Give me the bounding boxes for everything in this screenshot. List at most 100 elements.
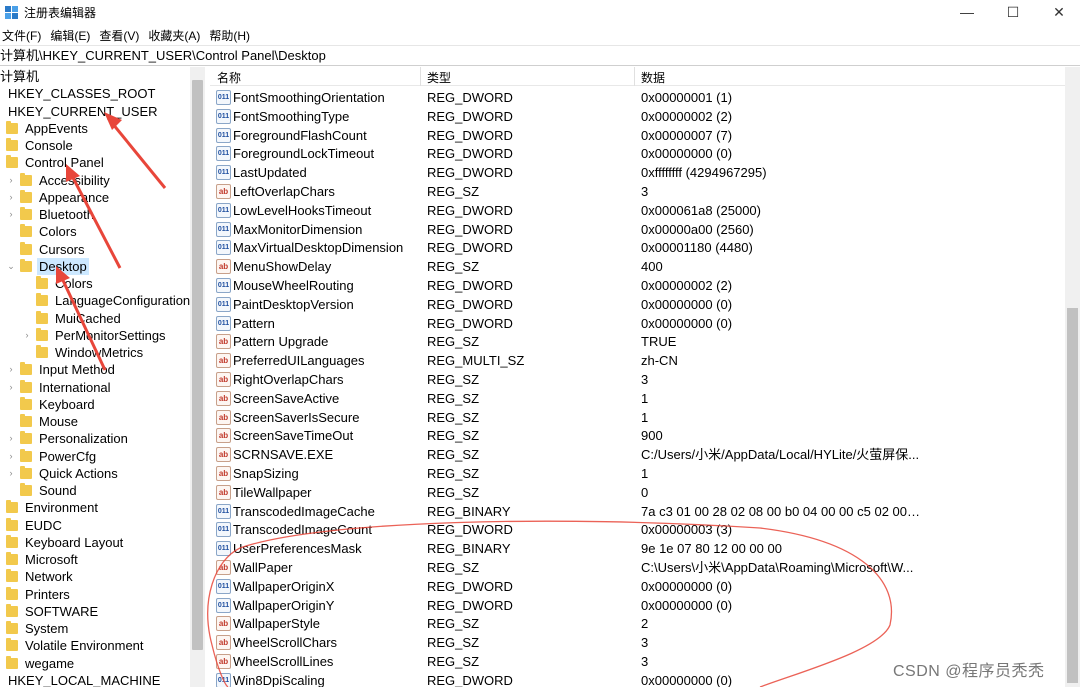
value-row[interactable]: ab SnapSizing REG_SZ 1 — [210, 464, 1065, 483]
collapsed-chevron-icon[interactable]: › — [6, 206, 16, 223]
tree-node[interactable]: › Appearance — [6, 189, 111, 206]
tree-node[interactable]: Microsoft — [6, 551, 80, 568]
value-row[interactable]: ab PreferredUILanguages REG_MULTI_SZ zh-CN — [210, 351, 1065, 370]
tree-node[interactable]: Environment — [6, 499, 100, 516]
address-bar[interactable]: 计算机\HKEY_CURRENT_USER\Control Panel\Desk… — [0, 45, 1080, 66]
column-divider[interactable] — [420, 67, 421, 86]
list-scrollbar-thumb[interactable] — [1067, 308, 1078, 683]
close-button[interactable]: ✕ — [1036, 0, 1080, 24]
registry-tree[interactable]: 计算机 HKEY_CLASSES_ROOT HKEY_CURRENT_USER App… — [0, 67, 205, 687]
value-row[interactable]: 011 TranscodedImageCount REG_DWORD 0x000000… — [210, 520, 1065, 539]
value-row[interactable]: ab LeftOverlapChars REG_SZ 3 — [210, 182, 1065, 201]
value-row[interactable]: 011 MaxMonitorDimension REG_DWORD 0x00000a0… — [210, 220, 1065, 239]
tree-node[interactable]: › Input Method — [6, 361, 117, 378]
value-row[interactable]: ab RightOverlapChars REG_SZ 3 — [210, 370, 1065, 389]
collapsed-chevron-icon[interactable]: › — [6, 430, 16, 447]
tree-scrollbar-thumb[interactable] — [192, 80, 203, 650]
value-row[interactable]: 011 LastUpdated REG_DWORD 0xffffffff (42949… — [210, 163, 1065, 182]
column-header-name[interactable]: 名称 — [217, 69, 241, 86]
value-row[interactable]: 011 ForegroundFlashCount REG_DWORD 0x000000… — [210, 126, 1065, 145]
tree-root-node[interactable]: 计算机 — [0, 68, 41, 85]
tree-node[interactable]: MuiCached — [22, 310, 123, 327]
tree-root-node[interactable]: HKEY_LOCAL_MACHINE — [6, 672, 162, 687]
tree-node[interactable]: Console — [6, 137, 75, 154]
tree-root-node[interactable]: HKEY_CLASSES_ROOT — [6, 85, 157, 102]
tree-node[interactable]: › Accessibility — [6, 172, 112, 189]
value-row[interactable]: 011 WallpaperOriginY REG_DWORD 0x00000000 (… — [210, 596, 1065, 615]
collapsed-chevron-icon[interactable]: › — [6, 465, 16, 482]
value-row[interactable]: ab ScreenSaveTimeOut REG_SZ 900 — [210, 426, 1065, 445]
tree-node[interactable]: Sound — [6, 482, 79, 499]
value-row[interactable]: ab WallPaper REG_SZ C:\Users\小米\AppData\Roa… — [210, 558, 1065, 577]
value-row[interactable]: 011 ForegroundLockTimeout REG_DWORD 0x00000… — [210, 144, 1065, 163]
tree-node[interactable]: LanguageConfiguration — [22, 292, 192, 309]
value-row[interactable]: ab SCRNSAVE.EXE REG_SZ C:/Users/小米/AppData/… — [210, 445, 1065, 464]
collapsed-chevron-icon[interactable]: › — [22, 327, 32, 344]
tree-node[interactable]: wegame — [6, 655, 76, 672]
tree-node[interactable]: Keyboard Layout — [6, 534, 125, 551]
collapsed-chevron-icon[interactable]: › — [6, 379, 16, 396]
column-header-type[interactable]: 类型 — [427, 69, 451, 86]
value-row[interactable]: ab ScreenSaveActive REG_SZ 1 — [210, 389, 1065, 408]
tree-node[interactable]: › PerMonitorSettings — [22, 327, 168, 344]
column-divider[interactable] — [634, 67, 635, 86]
tree-node[interactable]: System — [6, 620, 70, 637]
tree-node[interactable]: Control Panel — [6, 154, 106, 171]
values-list[interactable]: 名称 类型 数据 011 FontSmoothingOrientation REG_… — [210, 67, 1065, 687]
tree-node[interactable]: Mouse — [6, 413, 80, 430]
menu-edit[interactable]: 编辑(E) — [48, 27, 95, 44]
value-row[interactable]: 011 TranscodedImageCache REG_BINARY 7a c3 0… — [210, 502, 1065, 521]
value-row[interactable]: 011 WallpaperOriginX REG_DWORD 0x00000000 (… — [210, 577, 1065, 596]
tree-node[interactable]: AppEvents — [6, 120, 90, 137]
collapsed-chevron-icon[interactable]: › — [6, 361, 16, 378]
tree-node[interactable]: ⌄ Desktop — [6, 257, 89, 275]
value-row[interactable]: 011 MouseWheelRouting REG_DWORD 0x00000002 … — [210, 276, 1065, 295]
tree-node[interactable]: › PowerCfg — [6, 448, 98, 465]
value-row[interactable]: ab WallpaperStyle REG_SZ 2 — [210, 614, 1065, 633]
tree-node[interactable]: Keyboard — [6, 396, 97, 413]
window-title: 注册表编辑器 — [24, 6, 97, 20]
menu-help[interactable]: 帮助(H) — [207, 27, 255, 44]
value-row[interactable]: 011 Pattern REG_DWORD 0x00000000 (0) — [210, 314, 1065, 333]
menu-bar: 文件(F) 编辑(E) 查看(V) 收藏夹(A) 帮助(H) — [0, 25, 1080, 45]
value-row[interactable]: 011 LowLevelHooksTimeout REG_DWORD 0x000061… — [210, 201, 1065, 220]
value-row[interactable]: ab ScreenSaverIsSecure REG_SZ 1 — [210, 408, 1065, 427]
tree-node[interactable]: › Bluetooth — [6, 206, 96, 223]
tree-node[interactable]: WindowMetrics — [22, 344, 145, 361]
tree-node[interactable]: › Quick Actions — [6, 465, 120, 482]
expanded-chevron-icon[interactable]: ⌄ — [6, 258, 16, 275]
tree-root-node[interactable]: HKEY_CURRENT_USER — [6, 103, 160, 120]
tree-node[interactable]: › International — [6, 379, 113, 396]
tree-node[interactable]: Network — [6, 568, 75, 585]
menu-favorites[interactable]: 收藏夹(A) — [146, 27, 205, 44]
value-row[interactable]: 011 FontSmoothingType REG_DWORD 0x00000002 … — [210, 107, 1065, 126]
tree-node[interactable]: Colors — [6, 223, 79, 240]
value-type: REG_SZ — [427, 635, 480, 651]
tree-node-label: PerMonitorSettings — [55, 327, 166, 343]
value-data: 2 — [641, 616, 649, 632]
tree-node[interactable]: › Personalization — [6, 430, 130, 447]
collapsed-chevron-icon[interactable]: › — [6, 172, 16, 189]
tree-node[interactable]: SOFTWARE — [6, 603, 100, 620]
column-header-data[interactable]: 数据 — [641, 69, 665, 86]
value-row[interactable]: ab TileWallpaper REG_SZ 0 — [210, 483, 1065, 502]
collapsed-chevron-icon[interactable]: › — [6, 448, 16, 465]
value-row[interactable]: ab WheelScrollChars REG_SZ 3 — [210, 633, 1065, 652]
menu-file[interactable]: 文件(F) — [0, 27, 46, 44]
minimize-button[interactable]: — — [944, 0, 990, 24]
collapsed-chevron-icon[interactable]: › — [6, 189, 16, 206]
value-row[interactable]: ab Pattern Upgrade REG_SZ TRUE — [210, 332, 1065, 351]
value-row[interactable]: 011 MaxVirtualDesktopDimension REG_DWORD 0x… — [210, 238, 1065, 257]
tree-node[interactable]: Volatile Environment — [6, 637, 146, 654]
tree-node[interactable]: EUDC — [6, 517, 64, 534]
tree-node-label: International — [39, 379, 111, 395]
tree-node[interactable]: Colors — [22, 275, 95, 292]
value-row[interactable]: ab MenuShowDelay REG_SZ 400 — [210, 257, 1065, 276]
menu-view[interactable]: 查看(V) — [97, 27, 144, 44]
maximize-button[interactable]: ☐ — [990, 0, 1036, 24]
tree-node[interactable]: Printers — [6, 586, 72, 603]
value-row[interactable]: 011 FontSmoothingOrientation REG_DWORD 0x00… — [210, 88, 1065, 107]
tree-node[interactable]: Cursors — [6, 241, 87, 258]
value-row[interactable]: 011 PaintDesktopVersion REG_DWORD 0x0000000… — [210, 295, 1065, 314]
value-row[interactable]: 011 UserPreferencesMask REG_BINARY 9e 1e 07… — [210, 539, 1065, 558]
